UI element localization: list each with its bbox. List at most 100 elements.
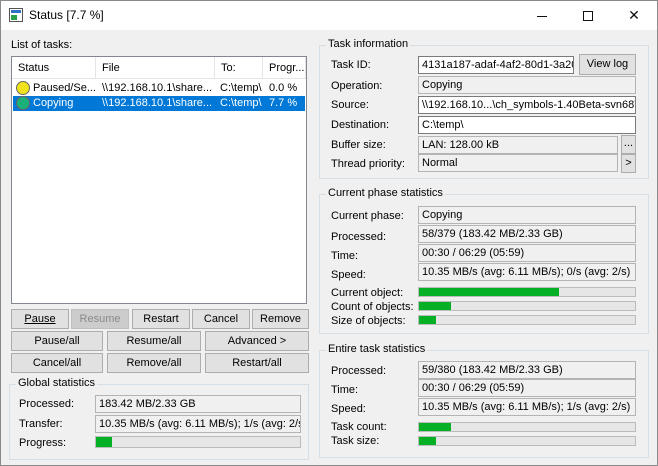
remove-all-button[interactable]: Remove/all xyxy=(107,353,201,373)
remove-button[interactable]: Remove xyxy=(252,309,309,329)
thread-priority-value: Normal xyxy=(418,154,618,172)
current-object-bar xyxy=(418,287,636,297)
current-phase-label: Current phase: xyxy=(331,210,404,222)
size-of-objects-fill xyxy=(419,316,436,324)
cancel-all-button[interactable]: Cancel/all xyxy=(11,353,103,373)
pause-all-button[interactable]: Pause/all xyxy=(11,331,103,351)
view-log-label: View log xyxy=(586,58,629,70)
current-object-label: Current object: xyxy=(331,287,404,299)
global-progress-fill xyxy=(96,437,112,447)
status-copying-icon xyxy=(16,96,30,110)
thread-priority-button[interactable]: > xyxy=(621,154,636,173)
cancel-button-label: Cancel xyxy=(203,313,239,325)
pause-button[interactable]: Pause xyxy=(11,309,69,329)
advanced-button[interactable]: Advanced > xyxy=(205,331,309,351)
source-field[interactable]: \\192.168.10...\ch_symbols-1.40Beta-svn6… xyxy=(418,96,636,114)
chevron-right-icon: > xyxy=(625,157,632,169)
global-progress-label: Progress: xyxy=(19,437,67,449)
column-header-file[interactable]: File xyxy=(96,57,215,79)
column-header-status[interactable]: Status xyxy=(12,57,96,79)
destination-field[interactable]: C:\temp\ xyxy=(418,116,636,134)
task-size-bar xyxy=(418,436,636,446)
status-window: Status [7.7 %] ✕ List of tasks: Status F… xyxy=(0,0,658,466)
entire-speed-value: 10.35 MB/s (avg: 6.11 MB/s); 1/s (avg: 2… xyxy=(418,398,636,416)
ellipsis-icon: ... xyxy=(623,137,634,149)
resume-button-label: Resume xyxy=(79,313,121,325)
tasks-list-label: List of tasks: xyxy=(11,39,73,51)
task-destination: C:\temp\ xyxy=(220,97,262,109)
global-transfer-value: 10.35 MB/s (avg: 6.11 MB/s); 1/s (avg: 2… xyxy=(95,415,301,433)
resume-all-button[interactable]: Resume/all xyxy=(107,331,201,351)
minimize-button[interactable] xyxy=(519,1,565,30)
task-file: \\192.168.10.1\share... xyxy=(102,97,213,109)
size-of-objects-bar xyxy=(418,315,636,325)
entire-processed-label: Processed: xyxy=(331,365,387,377)
global-progress-bar xyxy=(95,436,301,448)
count-of-objects-label: Count of objects: xyxy=(331,301,414,313)
phase-time-label: Time: xyxy=(331,250,359,262)
minimize-icon xyxy=(537,15,547,17)
count-of-objects-bar xyxy=(418,301,636,311)
restart-all-button[interactable]: Restart/all xyxy=(205,353,309,373)
size-of-objects-label: Size of objects: xyxy=(331,315,406,327)
phase-processed-label: Processed: xyxy=(331,231,387,243)
maximize-button[interactable] xyxy=(565,1,611,30)
phase-speed-label: Speed: xyxy=(331,269,366,281)
phase-time-value: 00:30 / 06:29 (05:59) xyxy=(418,244,636,262)
entire-speed-label: Speed: xyxy=(331,403,366,415)
window-title: Status [7.7 %] xyxy=(29,8,104,22)
restart-button[interactable]: Restart xyxy=(132,309,190,329)
source-label: Source: xyxy=(331,99,369,111)
task-file: \\192.168.10.1\share... xyxy=(102,82,213,94)
buffer-size-value: LAN: 128.00 kB xyxy=(418,136,618,154)
advanced-label: Advanced > xyxy=(227,335,287,347)
close-button[interactable]: ✕ xyxy=(611,1,657,30)
close-icon: ✕ xyxy=(628,7,640,23)
phase-speed-value: 10.35 MB/s (avg: 6.11 MB/s); 0/s (avg: 2… xyxy=(418,263,636,281)
global-processed-value: 183.42 MB/2.33 GB xyxy=(95,395,301,413)
task-count-label: Task count: xyxy=(331,421,387,433)
task-id-field[interactable]: 4131a187-adaf-4af2-80d1-3a2098 xyxy=(418,56,574,74)
destination-label: Destination: xyxy=(331,119,390,131)
task-information-title: Task information xyxy=(326,38,411,50)
entire-time-label: Time: xyxy=(331,384,359,396)
remove-all-label: Remove/all xyxy=(126,357,182,369)
resume-button[interactable]: Resume xyxy=(71,309,129,329)
task-progress: 7.7 % xyxy=(269,97,298,109)
tasks-list[interactable]: Status File To: Progr... Paused/Se... \\… xyxy=(11,56,307,304)
operation-value: Copying xyxy=(418,76,636,94)
phase-processed-value: 58/379 (183.42 MB/2.33 GB) xyxy=(418,225,636,243)
count-of-objects-fill xyxy=(419,302,452,310)
column-header-progress[interactable]: Progr... xyxy=(263,57,306,79)
cancel-all-label: Cancel/all xyxy=(32,357,82,369)
restart-button-label: Restart xyxy=(143,313,179,325)
global-processed-label: Processed: xyxy=(19,398,75,410)
buffer-size-button[interactable]: ... xyxy=(621,135,636,154)
resume-all-label: Resume/all xyxy=(126,335,182,347)
task-status: Copying xyxy=(33,97,74,109)
view-log-button[interactable]: View log xyxy=(579,54,636,75)
task-id-label: Task ID: xyxy=(331,59,371,71)
global-statistics-title: Global statistics xyxy=(16,377,98,389)
task-size-fill xyxy=(419,437,436,445)
thread-priority-label: Thread priority: xyxy=(331,158,405,170)
entire-processed-value: 59/380 (183.42 MB/2.33 GB) xyxy=(418,361,636,379)
current-object-fill xyxy=(419,288,560,296)
task-row-selected[interactable]: Copying \\192.168.10.1\share... C:\temp\… xyxy=(13,96,305,111)
global-transfer-label: Transfer: xyxy=(19,418,63,430)
buffer-size-label: Buffer size: xyxy=(331,139,386,151)
task-count-fill xyxy=(419,423,452,431)
task-row[interactable]: Paused/Se... \\192.168.10.1\share... C:\… xyxy=(13,81,305,96)
app-icon xyxy=(9,8,23,22)
pause-button-label: Pause xyxy=(24,313,56,325)
current-phase-value: Copying xyxy=(418,206,636,224)
status-paused-icon xyxy=(16,81,30,95)
entire-time-value: 00:30 / 06:29 (05:59) xyxy=(418,379,636,397)
task-size-label: Task size: xyxy=(331,435,380,447)
remove-button-label: Remove xyxy=(260,313,301,325)
entire-statistics-title: Entire task statistics xyxy=(326,343,428,355)
task-count-bar xyxy=(418,422,636,432)
column-header-to[interactable]: To: xyxy=(215,57,263,79)
cancel-button[interactable]: Cancel xyxy=(192,309,250,329)
title-bar[interactable]: Status [7.7 %] ✕ xyxy=(1,1,657,30)
